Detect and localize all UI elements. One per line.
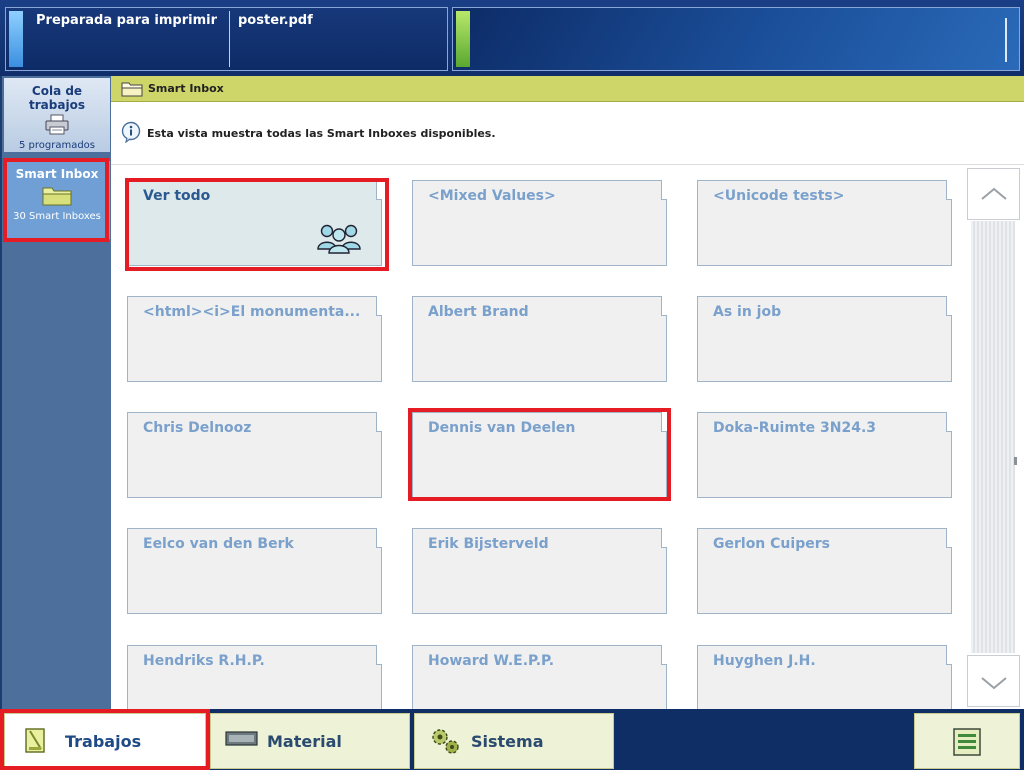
- tile-label: As in job: [713, 304, 782, 320]
- smart-inbox-tile[interactable]: Chris Delnooz: [127, 412, 382, 498]
- tab-system[interactable]: Sistema: [414, 713, 614, 769]
- job-name-text: poster.pdf: [238, 13, 313, 28]
- nav-inbox-subtitle: 30 Smart Inboxes: [13, 211, 101, 222]
- menu-button[interactable]: [914, 713, 1020, 769]
- smart-inbox-tile[interactable]: Doka-Ruimte 3N24.3: [697, 412, 952, 498]
- scrollbar[interactable]: [966, 165, 1021, 709]
- info-bar: Esta vista muestra todas las Smart Inbox…: [111, 102, 1024, 165]
- breadcrumb: Smart Inbox: [111, 76, 1024, 102]
- job-progress-panel[interactable]: [452, 7, 1020, 71]
- smart-inbox-tile[interactable]: Erik Bijsterveld: [412, 528, 667, 614]
- printer-status-panel[interactable]: Preparada para imprimir poster.pdf: [5, 7, 448, 71]
- smart-inbox-tile-dennis-van-deelen[interactable]: Dennis van Deelen: [412, 412, 667, 498]
- smart-inbox-tile[interactable]: Hendriks R.H.P.: [127, 645, 382, 709]
- status-divider: [229, 11, 230, 67]
- smart-inbox-tile[interactable]: Eelco van den Berk: [127, 528, 382, 614]
- panel-end-marker: [1005, 18, 1007, 62]
- tile-label: Doka-Ruimte 3N24.3: [713, 420, 877, 436]
- scroll-track[interactable]: [971, 221, 1017, 653]
- users-group-icon: [317, 224, 361, 254]
- tab-material[interactable]: Material: [210, 713, 410, 769]
- main-panel: Smart Inbox Esta vista muestra todas las…: [111, 76, 1024, 709]
- left-nav: Cola de trabajos 5 programados Smart Inb…: [0, 76, 111, 709]
- scroll-thumb[interactable]: [1014, 457, 1017, 465]
- smart-inbox-tile[interactable]: <html><i>El monumenta...: [127, 296, 382, 382]
- printer-icon: [45, 114, 69, 135]
- smart-inbox-tile[interactable]: Huyghen J.H.: [697, 645, 952, 709]
- nav-inbox-title: Smart Inbox: [15, 167, 99, 181]
- smart-inbox-tile[interactable]: <Unicode tests>: [697, 180, 952, 266]
- chevron-up-icon: [981, 187, 1007, 200]
- tab-jobs[interactable]: Trabajos: [4, 713, 206, 769]
- tile-label: Dennis van Deelen: [428, 420, 576, 436]
- breadcrumb-label: Smart Inbox: [148, 82, 224, 95]
- gears-icon: [432, 729, 459, 754]
- info-icon: [121, 121, 141, 143]
- smart-inbox-tile[interactable]: As in job: [697, 296, 952, 382]
- tile-label: <html><i>El monumenta...: [143, 304, 361, 320]
- nav-job-queue[interactable]: Cola de trabajos 5 programados: [4, 78, 110, 152]
- tile-label: Albert Brand: [428, 304, 529, 320]
- tile-label: Erik Bijsterveld: [428, 536, 549, 552]
- smart-inbox-tile[interactable]: Howard W.E.P.P.: [412, 645, 667, 709]
- smart-inbox-tile[interactable]: <Mixed Values>: [412, 180, 667, 266]
- folder-icon: [42, 187, 72, 206]
- progress-indicator-strip: [456, 11, 470, 67]
- tab-label: Material: [267, 732, 342, 751]
- printer-state-text: Preparada para imprimir: [36, 13, 217, 28]
- document-icon: [25, 728, 45, 753]
- chevron-down-icon: [981, 677, 1007, 690]
- scroll-down-button[interactable]: [967, 655, 1020, 707]
- nav-smart-inbox[interactable]: Smart Inbox 30 Smart Inboxes: [4, 161, 110, 239]
- tile-label: Ver todo: [143, 188, 211, 204]
- status-bar: Preparada para imprimir poster.pdf: [0, 0, 1024, 76]
- status-indicator-strip: [9, 11, 23, 67]
- bottom-tab-bar: Trabajos Material Sistema: [0, 709, 1024, 770]
- scroll-up-button[interactable]: [967, 168, 1020, 220]
- tile-label: <Mixed Values>: [428, 188, 556, 204]
- folder-icon: [121, 82, 143, 97]
- tile-label: Howard W.E.P.P.: [428, 653, 555, 669]
- media-icon: [225, 731, 258, 746]
- smart-inbox-grid: Ver todo <Mixed Values> <Unicode tests>: [111, 165, 966, 709]
- tile-label: Chris Delnooz: [143, 420, 252, 436]
- smart-inbox-tile-ver-todo[interactable]: Ver todo: [127, 180, 382, 266]
- menu-icon: [953, 728, 981, 756]
- tab-label: Sistema: [471, 732, 544, 751]
- tab-label: Trabajos: [65, 732, 142, 751]
- tile-label: <Unicode tests>: [713, 188, 845, 204]
- tile-label: Eelco van den Berk: [143, 536, 294, 552]
- smart-inbox-tile[interactable]: Gerlon Cuipers: [697, 528, 952, 614]
- info-text: Esta vista muestra todas las Smart Inbox…: [147, 127, 496, 140]
- nav-queue-subtitle: 5 programados: [18, 140, 96, 151]
- tile-label: Gerlon Cuipers: [713, 536, 830, 552]
- nav-queue-title: Cola de trabajos: [29, 84, 85, 112]
- smart-inbox-tile[interactable]: Albert Brand: [412, 296, 667, 382]
- tile-label: Huyghen J.H.: [713, 653, 816, 669]
- tile-label: Hendriks R.H.P.: [143, 653, 265, 669]
